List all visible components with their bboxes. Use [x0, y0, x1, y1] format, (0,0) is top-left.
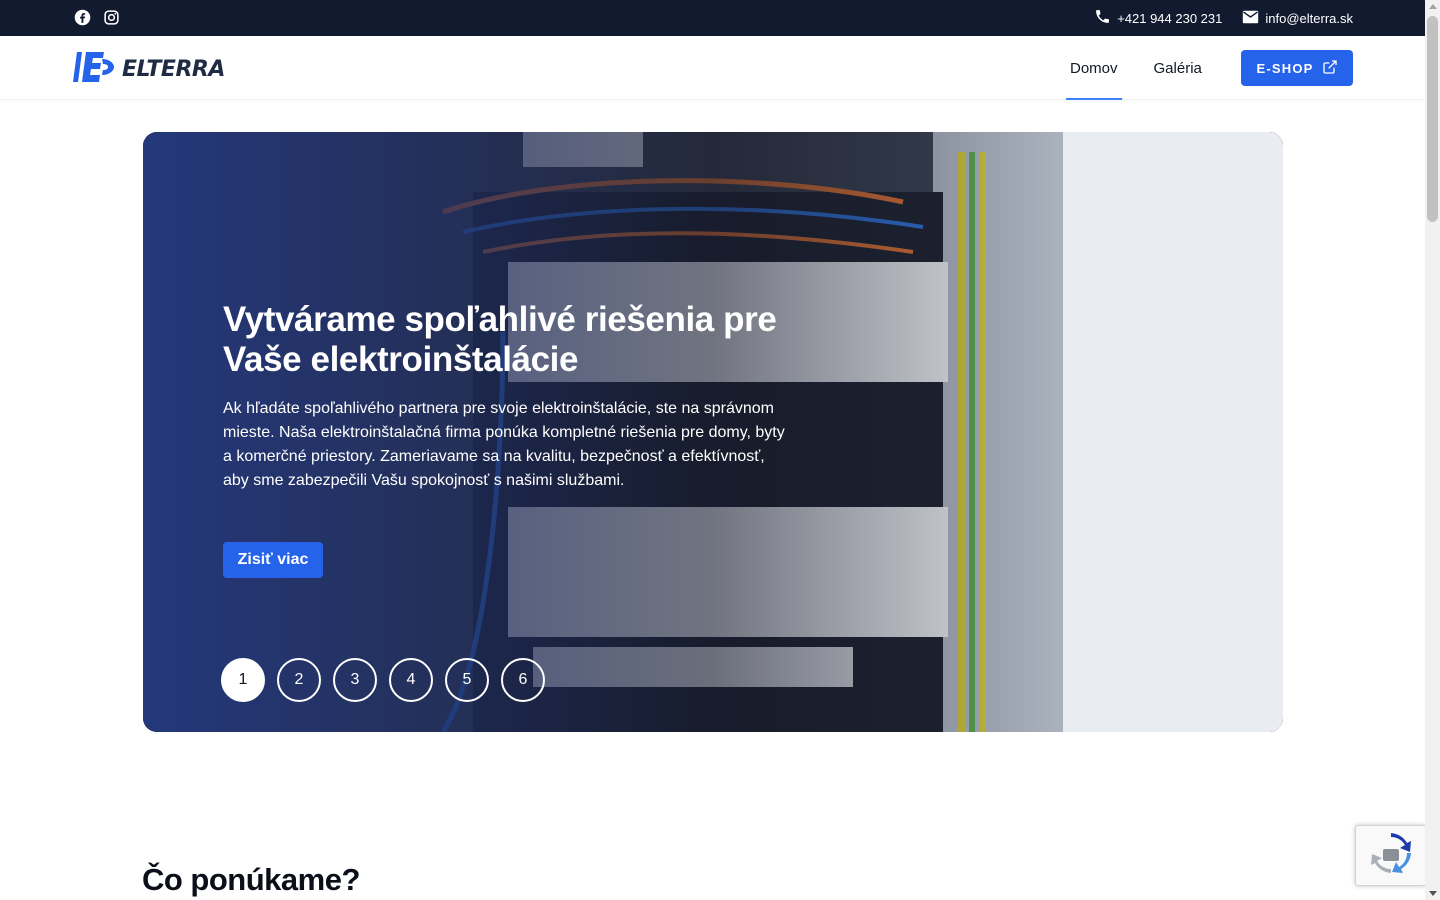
external-link-icon: [1322, 59, 1338, 78]
slide-dot-4[interactable]: 4: [389, 658, 433, 702]
phone-number: +421 944 230 231: [1117, 10, 1223, 26]
main-header: ELTERRA Domov Galéria E-SHOP: [0, 36, 1425, 100]
recaptcha-badge[interactable]: [1355, 825, 1425, 886]
logo[interactable]: ELTERRA: [72, 51, 225, 88]
top-bar: +421 944 230 231 info@elterra.sk: [0, 0, 1425, 36]
social-links: [74, 9, 120, 26]
learn-more-button[interactable]: Zisiť viac: [223, 542, 323, 578]
services-section-title: Čo ponúkame?: [142, 862, 360, 897]
nav-link-domov[interactable]: Domov: [1066, 36, 1122, 100]
hero-description: Ak hľadáte spoľahlivého partnera pre svo…: [223, 400, 785, 489]
slide-dot-2[interactable]: 2: [277, 658, 321, 702]
email-link[interactable]: info@elterra.sk: [1242, 10, 1353, 27]
phone-link[interactable]: +421 944 230 231: [1094, 8, 1222, 28]
eshop-label: E-SHOP: [1256, 60, 1314, 76]
main-nav: Domov Galéria: [1066, 36, 1206, 100]
facebook-icon[interactable]: [74, 9, 91, 26]
slide-dot-3[interactable]: 3: [333, 658, 377, 702]
scroll-up-icon[interactable]: [1429, 4, 1437, 9]
hero-slider: Vytvárame spoľahlivé riešenia pre Vaše e…: [143, 132, 1283, 732]
contact-info: +421 944 230 231 info@elterra.sk: [1094, 0, 1353, 36]
email-address: info@elterra.sk: [1265, 10, 1353, 26]
slide-dot-5[interactable]: 5: [445, 658, 489, 702]
scrollbar-thumb[interactable]: [1427, 16, 1438, 222]
slide-pagination: 1 2 3 4 5 6: [221, 658, 545, 702]
eshop-button[interactable]: E-SHOP: [1241, 50, 1353, 86]
scroll-down-icon[interactable]: [1429, 891, 1437, 896]
logo-wordmark: ELTERRA: [122, 56, 225, 82]
phone-icon: [1094, 8, 1111, 28]
page-scrollbar[interactable]: [1425, 0, 1440, 900]
nav-link-galeria[interactable]: Galéria: [1150, 36, 1206, 100]
mail-icon: [1242, 10, 1259, 27]
slide-dot-1[interactable]: 1: [221, 658, 265, 702]
slide-dot-6[interactable]: 6: [501, 658, 545, 702]
instagram-icon[interactable]: [103, 9, 120, 26]
hero-title: Vytvárame spoľahlivé riešenia pre Vaše e…: [223, 300, 777, 379]
logo-mark-icon: [72, 51, 118, 88]
recaptcha-icon: [1370, 833, 1411, 878]
